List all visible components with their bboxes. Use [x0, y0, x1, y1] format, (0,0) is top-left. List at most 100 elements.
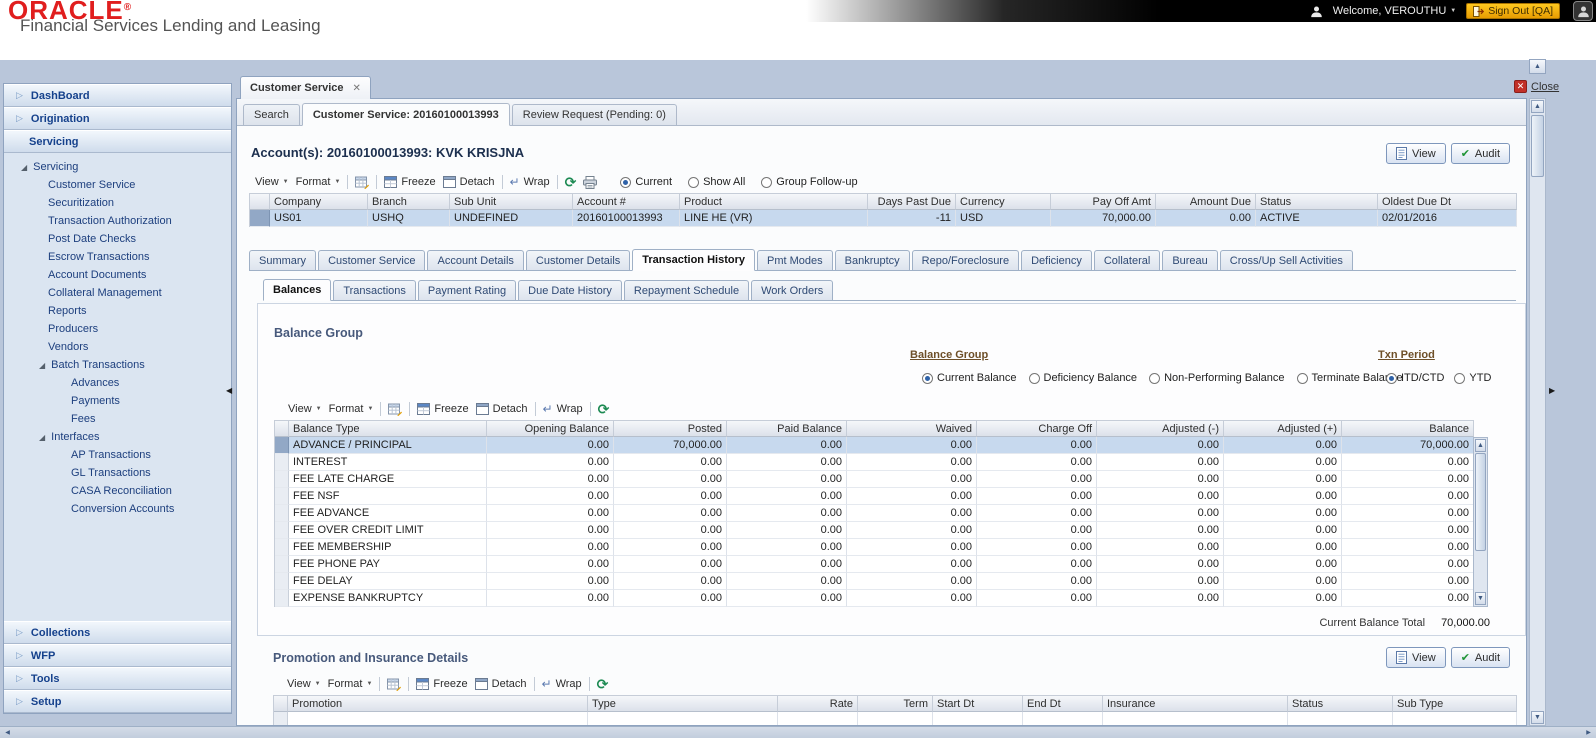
tab-close-icon[interactable]: ✕ [353, 83, 361, 94]
sidebar-section-tools[interactable]: ▷Tools [4, 667, 231, 690]
refresh-icon[interactable]: ⟳ [565, 176, 577, 188]
scroll-right-icon[interactable]: ▶ [1582, 728, 1595, 738]
tab-collateral[interactable]: Collateral [1094, 250, 1160, 270]
radio-group-follow-up[interactable]: Group Follow-up [761, 176, 857, 188]
row-selector[interactable] [275, 590, 289, 607]
sidebar-item-collateral-management[interactable]: Collateral Management [4, 284, 231, 302]
radio-current-balance[interactable]: Current Balance [922, 372, 1017, 384]
subtab-balances[interactable]: Balances [263, 279, 331, 301]
freeze-button[interactable]: Freeze [384, 176, 435, 188]
tab-customer-service[interactable]: Customer Service [318, 250, 425, 270]
radio-show-all[interactable]: Show All [688, 176, 745, 188]
sidebar-section-collections[interactable]: ▷Collections [4, 621, 231, 644]
sidebar-item-producers[interactable]: Producers [4, 320, 231, 338]
sidebar-item-escrow-transactions[interactable]: Escrow Transactions [4, 248, 231, 266]
sidebar-item-conversion-accounts[interactable]: Conversion Accounts [4, 500, 231, 518]
query-by-example-icon[interactable] [388, 403, 402, 416]
sidebar-item-servicing[interactable]: ◢Servicing [4, 158, 231, 176]
main-scrollbar[interactable]: ▲ ▼ [1529, 98, 1546, 726]
scroll-down-icon[interactable]: ▼ [1475, 592, 1486, 605]
query-by-example-icon[interactable] [387, 678, 401, 691]
tab-summary[interactable]: Summary [249, 250, 316, 270]
account-view-button[interactable]: View [1386, 143, 1446, 164]
avatar[interactable] [1573, 1, 1593, 21]
scroll-thumb[interactable] [1475, 453, 1486, 551]
user-menu[interactable]: Welcome, VEROUTHU ▼ [1333, 5, 1456, 17]
detach-button[interactable]: Detach [476, 403, 528, 415]
subtab-work-orders[interactable]: Work Orders [751, 280, 833, 300]
row-selector[interactable] [275, 539, 289, 556]
horizontal-scrollbar[interactable]: ◀ ▶ [0, 726, 1596, 738]
sidebar-collapse-icon[interactable]: ◀ [226, 386, 232, 395]
row-selector[interactable] [275, 437, 289, 454]
detach-button[interactable]: Detach [443, 176, 495, 188]
tab-pmt-modes[interactable]: Pmt Modes [757, 250, 833, 270]
promotion-audit-button[interactable]: ✔ Audit [1451, 647, 1510, 668]
sidebar-item-casa-reconciliation[interactable]: CASA Reconciliation [4, 482, 231, 500]
tab-customer-service-20160100013993[interactable]: Customer Service: 20160100013993 [302, 103, 510, 126]
detach-button[interactable]: Detach [475, 678, 527, 690]
scroll-up-icon[interactable]: ▲ [1531, 100, 1544, 113]
view-menu[interactable]: View▼ [288, 403, 322, 415]
sidebar-item-ap-transactions[interactable]: AP Transactions [4, 446, 231, 464]
tab-bureau[interactable]: Bureau [1162, 250, 1217, 270]
row-selector[interactable] [275, 454, 289, 471]
row-selector[interactable] [274, 712, 288, 726]
sidebar-item-gl-transactions[interactable]: GL Transactions [4, 464, 231, 482]
balance-table-scrollbar[interactable]: ▲ ▼ [1473, 437, 1488, 607]
sidebar-item-post-date-checks[interactable]: Post Date Checks [4, 230, 231, 248]
scroll-down-icon[interactable]: ▼ [1531, 711, 1544, 724]
sidebar-item-transaction-authorization[interactable]: Transaction Authorization [4, 212, 231, 230]
radio-current[interactable]: Current [620, 176, 672, 188]
sidebar-item-payments[interactable]: Payments [4, 392, 231, 410]
page-scroll-up-icon[interactable]: ▲ [1529, 59, 1546, 74]
tab-repo-foreclosure[interactable]: Repo/Foreclosure [912, 250, 1019, 270]
sidebar-section-servicing[interactable]: Servicing [4, 130, 231, 153]
tab-bankruptcy[interactable]: Bankruptcy [835, 250, 910, 270]
tab-review-request-pending-0[interactable]: Review Request (Pending: 0) [512, 104, 677, 125]
sidebar-item-batch-transactions[interactable]: ◢Batch Transactions [4, 356, 231, 374]
sidebar-item-advances[interactable]: Advances [4, 374, 231, 392]
scroll-up-icon[interactable]: ▲ [1475, 439, 1486, 452]
sign-out-button[interactable]: Sign Out [QA] [1466, 3, 1560, 19]
tab-customer-details[interactable]: Customer Details [526, 250, 630, 270]
view-menu[interactable]: View▼ [255, 176, 289, 188]
sidebar-item-interfaces[interactable]: ◢Interfaces [4, 428, 231, 446]
doc-tab-customer-service[interactable]: Customer Service ✕ [240, 76, 371, 99]
sidebar-section-wfp[interactable]: ▷WFP [4, 644, 231, 667]
sidebar-section-origination[interactable]: ▷Origination [4, 107, 231, 130]
subtab-repayment-schedule[interactable]: Repayment Schedule [624, 280, 749, 300]
sidebar-item-vendors[interactable]: Vendors [4, 338, 231, 356]
sidebar-item-securitization[interactable]: Securitization [4, 194, 231, 212]
radio-ytd[interactable]: YTD [1454, 372, 1491, 384]
row-selector[interactable] [275, 488, 289, 505]
row-selector[interactable] [275, 505, 289, 522]
close-control[interactable]: ✕ Close [1514, 80, 1559, 93]
sidebar-item-reports[interactable]: Reports [4, 302, 231, 320]
print-icon[interactable] [583, 176, 597, 189]
row-selector[interactable] [250, 210, 270, 227]
refresh-icon[interactable]: ⟳ [598, 403, 610, 415]
row-selector[interactable] [275, 471, 289, 488]
sidebar-item-customer-service[interactable]: Customer Service [4, 176, 231, 194]
query-by-example-icon[interactable] [355, 176, 369, 189]
tab-cross-up-sell-activities[interactable]: Cross/Up Sell Activities [1220, 250, 1353, 270]
tab-search[interactable]: Search [243, 104, 300, 125]
tab-deficiency[interactable]: Deficiency [1021, 250, 1092, 270]
sidebar-section-setup[interactable]: ▷Setup [4, 690, 231, 713]
subtab-due-date-history[interactable]: Due Date History [518, 280, 622, 300]
promotion-view-button[interactable]: View [1386, 647, 1446, 668]
format-menu[interactable]: Format▼ [328, 678, 373, 690]
scroll-left-icon[interactable]: ◀ [1, 728, 14, 738]
sidebar-section-dashboard[interactable]: ▷DashBoard [4, 84, 231, 107]
wrap-button[interactable]: ↵Wrap [542, 678, 582, 690]
format-menu[interactable]: Format▼ [296, 176, 341, 188]
subtab-payment-rating[interactable]: Payment Rating [418, 280, 516, 300]
radio-deficiency-balance[interactable]: Deficiency Balance [1029, 372, 1138, 384]
view-menu[interactable]: View▼ [287, 678, 321, 690]
sidebar-item-fees[interactable]: Fees [4, 410, 231, 428]
freeze-button[interactable]: Freeze [417, 403, 468, 415]
wrap-button[interactable]: ↵Wrap [543, 403, 583, 415]
radio-itd-ctd[interactable]: ITD/CTD [1386, 372, 1444, 384]
wrap-button[interactable]: ↵Wrap [510, 176, 550, 188]
